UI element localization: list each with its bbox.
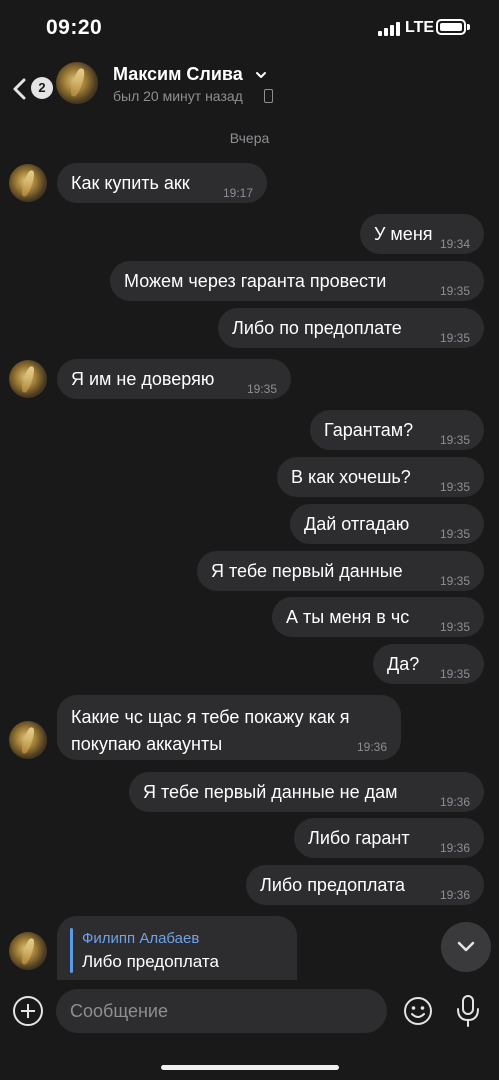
message-input[interactable] bbox=[56, 989, 387, 1033]
message-time: 19:36 bbox=[439, 795, 470, 809]
message-bubble[interactable]: Я им не доверяю 19:35 bbox=[57, 359, 291, 399]
mobile-device-icon bbox=[264, 89, 273, 103]
message-text: Я тебе первый данные bbox=[211, 561, 403, 581]
battery-icon bbox=[436, 19, 466, 35]
message-time: 19:17 bbox=[222, 186, 253, 200]
sender-avatar[interactable] bbox=[9, 932, 47, 970]
message-time: 19:36 bbox=[439, 841, 470, 855]
message-bubble[interactable]: Либо по предоплате 19:35 bbox=[218, 308, 484, 348]
message-bubble[interactable]: У меня 19:34 bbox=[360, 214, 484, 254]
message-bubble[interactable]: Я тебе первый данные не дам 19:36 bbox=[129, 772, 484, 812]
message-bubble[interactable]: Либо предоплата 19:36 bbox=[246, 865, 484, 905]
message-time: 19:34 bbox=[439, 237, 470, 251]
message-text: Да? bbox=[387, 654, 420, 674]
home-indicator bbox=[161, 1065, 339, 1070]
microphone-icon[interactable] bbox=[455, 994, 481, 1028]
message-time: 19:35 bbox=[439, 433, 470, 447]
message-bubble[interactable]: Какие чс щас я тебе покажу как я покупаю… bbox=[57, 695, 401, 760]
chevron-down-icon[interactable] bbox=[255, 69, 267, 81]
attach-plus-button[interactable] bbox=[13, 996, 43, 1026]
status-time: 09:20 bbox=[46, 16, 103, 39]
scroll-to-bottom-button[interactable] bbox=[441, 922, 491, 972]
battery-cap bbox=[467, 24, 470, 30]
emoji-icon[interactable] bbox=[403, 996, 433, 1026]
back-button[interactable]: 2 bbox=[10, 66, 53, 106]
message-time: 19:36 bbox=[356, 740, 387, 754]
status-bar: 09:20 LTE bbox=[0, 0, 499, 52]
message-text: В как хочешь? bbox=[291, 467, 411, 487]
message-bubble[interactable]: Да? 19:35 bbox=[373, 644, 484, 684]
network-label: LTE bbox=[405, 19, 435, 36]
message-time: 19:35 bbox=[439, 527, 470, 541]
reply-quote-text: Либо предоплата bbox=[82, 952, 219, 971]
last-seen-status: был 20 минут назад bbox=[113, 88, 243, 104]
sender-avatar[interactable] bbox=[9, 164, 47, 202]
message-bubble[interactable]: А ты меня в чс 19:35 bbox=[272, 597, 484, 637]
message-bubble[interactable]: Дай отгадаю 19:35 bbox=[290, 504, 484, 544]
message-bubble[interactable]: Я тебе первый данные 19:35 bbox=[197, 551, 484, 591]
reply-author[interactable]: Филипп Алабаев bbox=[82, 930, 199, 947]
signal-icon bbox=[378, 22, 402, 36]
message-text-line: покупаю аккаунты bbox=[71, 734, 223, 754]
quote-bar bbox=[70, 928, 73, 973]
message-text: Можем через гаранта провести bbox=[124, 271, 387, 291]
chevron-down-icon bbox=[457, 941, 475, 952]
message-bubble[interactable]: Либо гарант 19:36 bbox=[294, 818, 484, 858]
message-time: 19:35 bbox=[439, 284, 470, 298]
message-time: 19:36 bbox=[439, 888, 470, 902]
message-time: 19:35 bbox=[439, 574, 470, 588]
message-text: Как купить акк bbox=[71, 173, 190, 193]
message-text-line: Какие чс щас я тебе покажу как я bbox=[71, 707, 350, 727]
message-text: Дай отгадаю bbox=[304, 514, 410, 534]
message-text: Гарантам? bbox=[324, 420, 414, 440]
contact-avatar[interactable] bbox=[56, 62, 98, 104]
chat-header: 2 Максим Слива был 20 минут назад bbox=[0, 52, 499, 112]
message-bubble[interactable]: Как купить акк 19:17 bbox=[57, 163, 267, 203]
date-separator: Вчера bbox=[229, 130, 270, 146]
message-text: Я тебе первый данные не дам bbox=[143, 782, 398, 802]
message-text: Я им не доверяю bbox=[71, 369, 215, 389]
message-time: 19:35 bbox=[439, 620, 470, 634]
message-bubble[interactable]: В как хочешь? 19:35 bbox=[277, 457, 484, 497]
message-text: Либо по предоплате bbox=[232, 318, 402, 338]
message-text: А ты меня в чс bbox=[286, 607, 410, 627]
message-time: 19:35 bbox=[439, 331, 470, 345]
message-bubble[interactable]: Гарантам? 19:35 bbox=[310, 410, 484, 450]
contact-name[interactable]: Максим Слива bbox=[113, 64, 243, 85]
message-bubble[interactable]: Можем через гаранта провести 19:35 bbox=[110, 261, 484, 301]
message-text: Либо гарант bbox=[308, 828, 410, 848]
unread-badge: 2 bbox=[31, 77, 53, 99]
message-time: 19:35 bbox=[439, 480, 470, 494]
message-text: У меня bbox=[374, 224, 433, 244]
message-text: Либо предоплата bbox=[260, 875, 405, 895]
reply-message-bubble[interactable]: Филипп Алабаев Либо предоплата bbox=[57, 916, 297, 986]
message-time: 19:35 bbox=[439, 667, 470, 681]
sender-avatar[interactable] bbox=[9, 721, 47, 759]
sender-avatar[interactable] bbox=[9, 360, 47, 398]
message-time: 19:35 bbox=[246, 382, 277, 396]
message-composer bbox=[0, 980, 499, 1080]
